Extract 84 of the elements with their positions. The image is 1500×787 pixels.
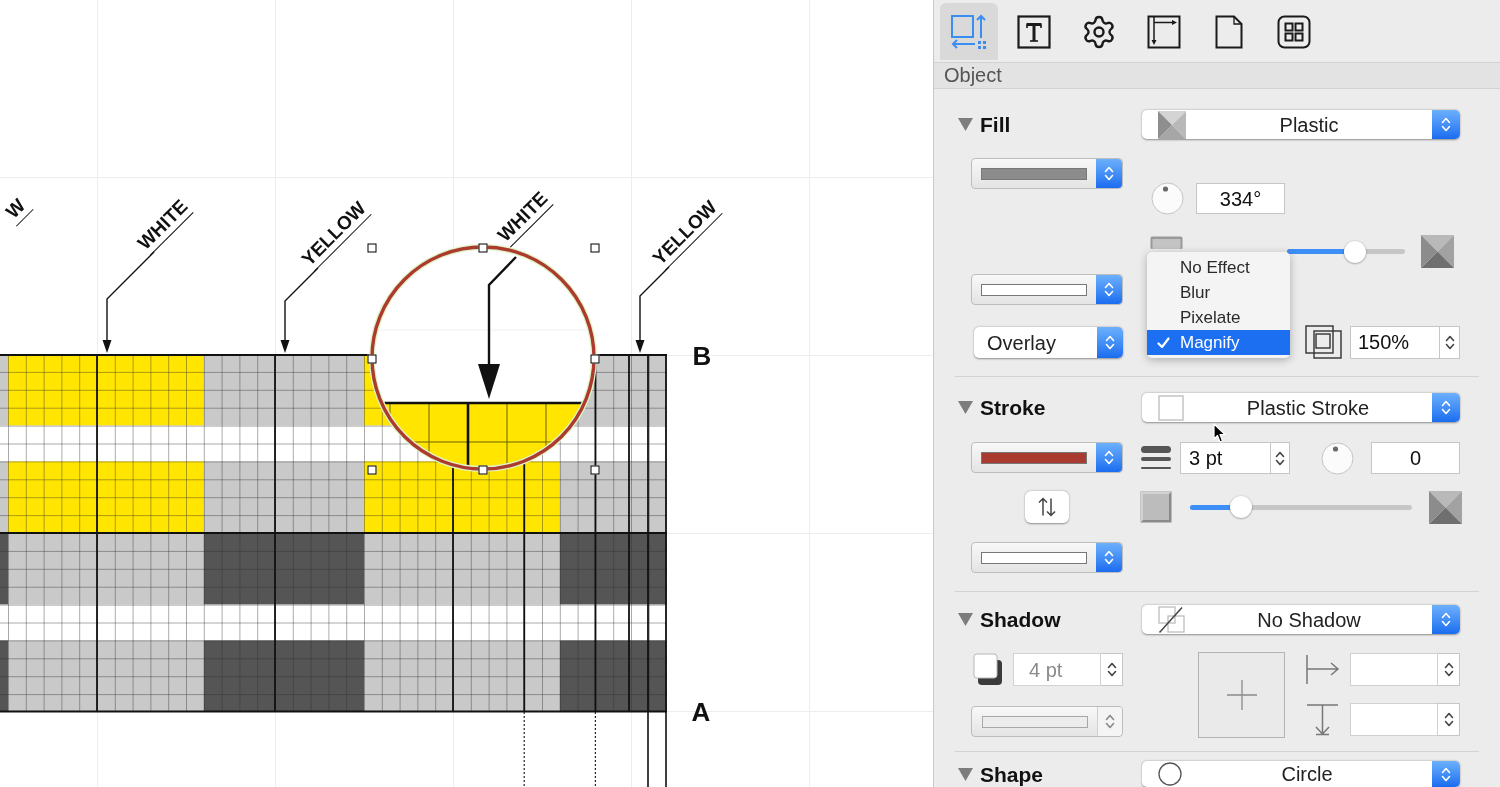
color-well[interactable] (971, 442, 1123, 473)
bevel-square-icon (1140, 491, 1172, 523)
selection-handle[interactable] (367, 465, 377, 475)
stroke-width-field[interactable]: 3 pt (1180, 442, 1271, 474)
up-down-chevron-icon (1104, 165, 1114, 182)
selection-handle[interactable] (367, 354, 377, 364)
selection-handle[interactable] (590, 465, 600, 475)
up-down-chevron-icon (1275, 449, 1285, 467)
pyramid-swatch-icon (1158, 110, 1186, 139)
menu-item[interactable]: Magnify (1147, 330, 1290, 355)
menu-item[interactable]: Pixelate (1147, 305, 1290, 330)
slider-thumb[interactable] (1343, 240, 1366, 263)
style-popup[interactable]: Plastic (1142, 110, 1460, 139)
selection-handle[interactable] (367, 243, 377, 253)
x-offset-field[interactable] (1350, 653, 1438, 686)
color-well[interactable] (971, 158, 1123, 189)
grid-icon (1277, 14, 1311, 49)
disclosure-triangle-icon[interactable] (958, 767, 973, 781)
up-down-chevron-icon (1441, 399, 1451, 416)
stepper[interactable] (1101, 653, 1123, 686)
up-down-chevron-icon (1104, 549, 1114, 566)
stepper[interactable] (1438, 703, 1460, 736)
square-arrows-icon (950, 12, 988, 51)
swap-button[interactable] (1025, 491, 1069, 523)
bevel-swatch-icon (1150, 236, 1183, 249)
up-down-chevron-icon (1104, 449, 1114, 466)
section-title: Shape (980, 763, 1044, 785)
section-title: Fill (980, 114, 1011, 135)
bar-down-arrow-icon (1305, 703, 1340, 736)
up-down-chevron-icon (1444, 333, 1455, 351)
bar-right-arrow-icon (1305, 653, 1340, 686)
section-title: Stroke (980, 397, 1046, 418)
menu-item[interactable]: Blur (1147, 280, 1290, 305)
nested-squares-icon (1305, 325, 1342, 359)
selection-handle[interactable] (478, 465, 488, 475)
scale-field[interactable]: 150% (1350, 325, 1440, 359)
text-tool-icon (1017, 14, 1051, 49)
up-down-chevron-icon (1105, 713, 1115, 730)
circle-icon (1158, 762, 1182, 786)
y-offset-field[interactable] (1350, 703, 1438, 736)
pyramid-icon (1421, 235, 1454, 268)
color-well[interactable] (971, 274, 1123, 305)
style-popup[interactable]: Circle (1142, 761, 1460, 787)
stepper[interactable] (1438, 653, 1460, 686)
menu-item[interactable]: No Effect (1147, 255, 1290, 280)
selection-handle[interactable] (590, 354, 600, 364)
disclosure-triangle-icon[interactable] (958, 401, 973, 414)
stepper[interactable] (1440, 325, 1460, 359)
color-label: W (0, 193, 34, 227)
up-down-chevron-icon (1441, 765, 1451, 783)
up-down-chevron-icon (1441, 116, 1451, 133)
checkmark-icon (1157, 336, 1170, 349)
slider-thumb[interactable] (1229, 496, 1252, 518)
style-popup[interactable]: Plastic Stroke (1142, 393, 1460, 422)
pyramid-icon (1429, 490, 1462, 524)
plus-icon (1225, 679, 1258, 711)
document-icon (1215, 14, 1243, 49)
section-header: Object (934, 62, 1500, 89)
color-well[interactable] (971, 542, 1123, 573)
stepper[interactable] (1271, 442, 1290, 474)
pointer-cursor-icon (1213, 423, 1227, 444)
up-down-chevron-icon (1441, 611, 1451, 628)
selection-handle[interactable] (590, 243, 600, 253)
number-field[interactable]: 0 (1371, 442, 1460, 474)
square-outline-icon (1158, 394, 1184, 421)
shadow-square-icon (973, 653, 1003, 686)
edge-label: B (692, 343, 712, 369)
selection-handle[interactable] (478, 243, 488, 253)
color-swatch-icon (981, 715, 1088, 728)
up-down-chevron-icon (1105, 334, 1115, 351)
up-down-chevron-icon (1104, 281, 1114, 298)
up-down-chevron-icon (1443, 661, 1454, 678)
no-shadow-icon (1158, 605, 1186, 634)
edge-label: A (691, 699, 711, 725)
blend-mode-popup[interactable]: Overlay (974, 327, 1123, 358)
up-down-chevron-icon (1106, 661, 1117, 678)
frame-arrows-icon (1147, 14, 1181, 49)
gear-icon (1081, 13, 1117, 50)
angle-field[interactable]: 334° (1196, 183, 1285, 214)
up-down-arrows-icon (1036, 497, 1058, 517)
section-title: Shadow (980, 609, 1061, 630)
magnifier-lens[interactable] (369, 244, 597, 472)
disclosure-triangle-icon[interactable] (958, 118, 973, 131)
up-down-chevron-icon (1443, 711, 1454, 728)
